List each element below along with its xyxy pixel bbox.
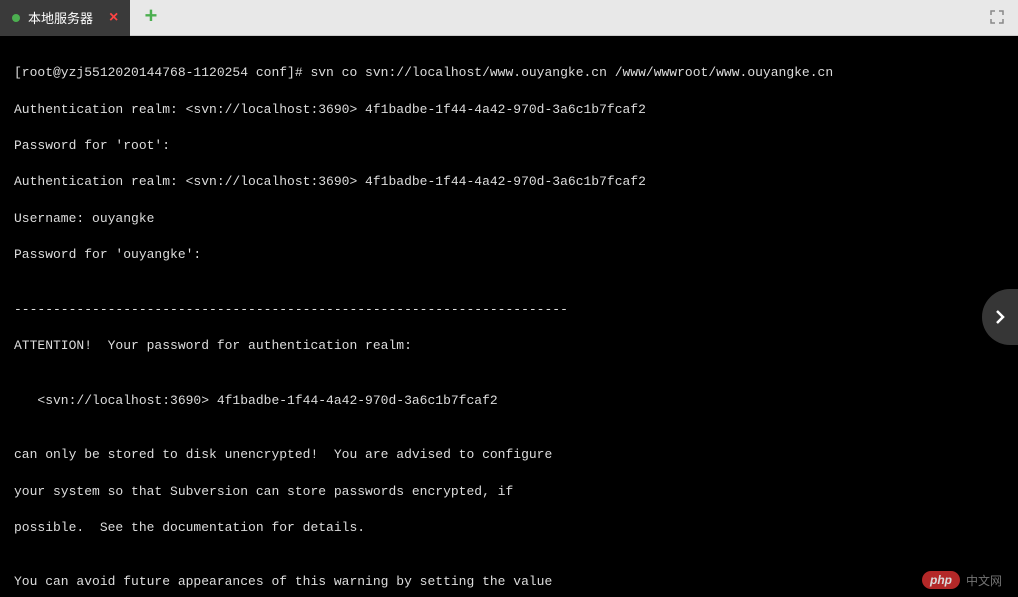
terminal-line: You can avoid future appearances of this… — [14, 573, 1004, 591]
terminal-line: Authentication realm: <svn://localhost:3… — [14, 101, 1004, 119]
watermark: php 中文网 — [922, 571, 1002, 589]
terminal-line: [root@yzj5512020144768-1120254 conf]# sv… — [14, 64, 1004, 82]
tab-local-server[interactable]: 本地服务器 × — [0, 0, 130, 36]
close-icon[interactable]: × — [109, 10, 118, 26]
watermark-logo: php — [922, 571, 960, 589]
status-dot-icon — [12, 14, 20, 22]
tab-bar: 本地服务器 × + — [0, 0, 1018, 36]
terminal-line: Username: ouyangke — [14, 210, 1004, 228]
fullscreen-icon[interactable] — [990, 10, 1004, 24]
terminal-line: <svn://localhost:3690> 4f1badbe-1f44-4a4… — [14, 392, 1004, 410]
watermark-text: 中文网 — [966, 572, 1002, 589]
terminal-line: Authentication realm: <svn://localhost:3… — [14, 173, 1004, 191]
terminal-line: ----------------------------------------… — [14, 301, 1004, 319]
tab-title: 本地服务器 — [28, 8, 93, 27]
terminal-line: Password for 'root': — [14, 137, 1004, 155]
terminal-line: can only be stored to disk unencrypted! … — [14, 446, 1004, 464]
terminal-output[interactable]: [root@yzj5512020144768-1120254 conf]# sv… — [0, 36, 1018, 597]
terminal-line: possible. See the documentation for deta… — [14, 519, 1004, 537]
terminal-line: your system so that Subversion can store… — [14, 483, 1004, 501]
add-tab-button[interactable]: + — [144, 7, 157, 29]
terminal-line: ATTENTION! Your password for authenticat… — [14, 337, 1004, 355]
terminal-line: Password for 'ouyangke': — [14, 246, 1004, 264]
